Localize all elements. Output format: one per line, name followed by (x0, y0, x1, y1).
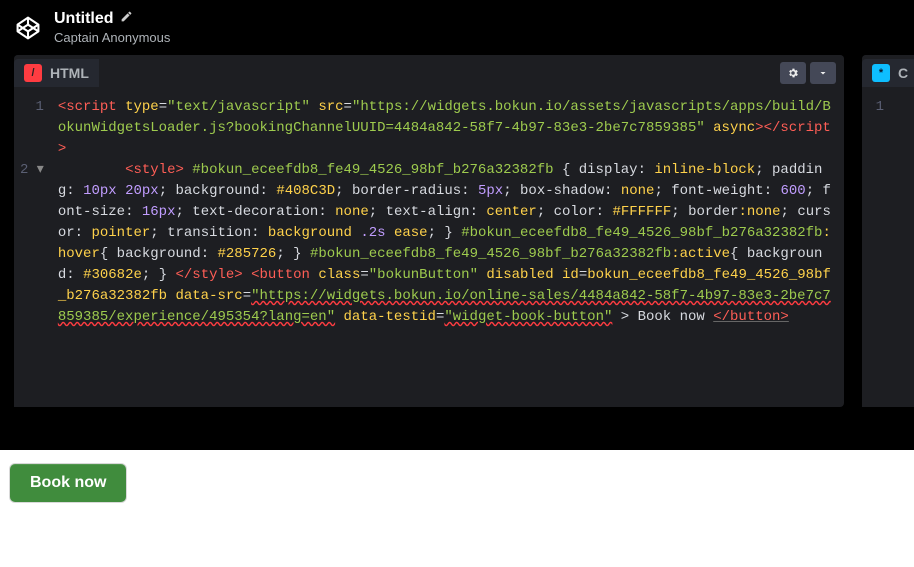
line-number: 1 (20, 97, 44, 118)
panel-title-html: HTML (50, 65, 89, 81)
output-preview: Book now (0, 450, 914, 567)
pen-author: Captain Anonymous (54, 30, 170, 45)
code-editor-c[interactable]: 1 (862, 91, 914, 407)
app-header: Untitled Captain Anonymous (0, 0, 914, 55)
panel-header-html: / HTML (14, 55, 844, 91)
line-gutter: 1 2 ▾ (14, 91, 52, 407)
pen-title: Untitled (54, 10, 114, 28)
line-number (20, 118, 44, 139)
panel-header-c: * C (862, 55, 914, 91)
panel-title-c: C (898, 65, 908, 81)
panel-title-group-c[interactable]: * C (862, 59, 914, 87)
code-content[interactable]: <script type="text/javascript" src="http… (52, 91, 844, 407)
line-gutter-c: 1 (862, 91, 892, 407)
edit-title-icon[interactable] (120, 10, 133, 28)
editor-panels: / HTML 1 2 ▾ <script type="text/javascri… (0, 55, 914, 407)
panel-html: / HTML 1 2 ▾ <script type="text/javascri… (14, 55, 844, 407)
book-now-button[interactable]: Book now (10, 464, 126, 502)
panel-c: * C 1 (862, 55, 914, 407)
panel-settings-button[interactable] (780, 62, 806, 84)
panel-collapse-button[interactable] (810, 62, 836, 84)
code-editor[interactable]: 1 2 ▾ <script type="text/javascript" src… (14, 91, 844, 407)
html-icon: / (24, 64, 42, 82)
line-number: 1 (868, 97, 884, 118)
title-block: Untitled Captain Anonymous (54, 10, 170, 45)
line-number[interactable]: 2 ▾ (20, 160, 44, 181)
line-number (20, 139, 44, 160)
panel-title-group-html[interactable]: / HTML (14, 59, 99, 87)
panel-actions (780, 62, 836, 84)
c-icon: * (872, 64, 890, 82)
codepen-logo[interactable] (14, 14, 42, 42)
